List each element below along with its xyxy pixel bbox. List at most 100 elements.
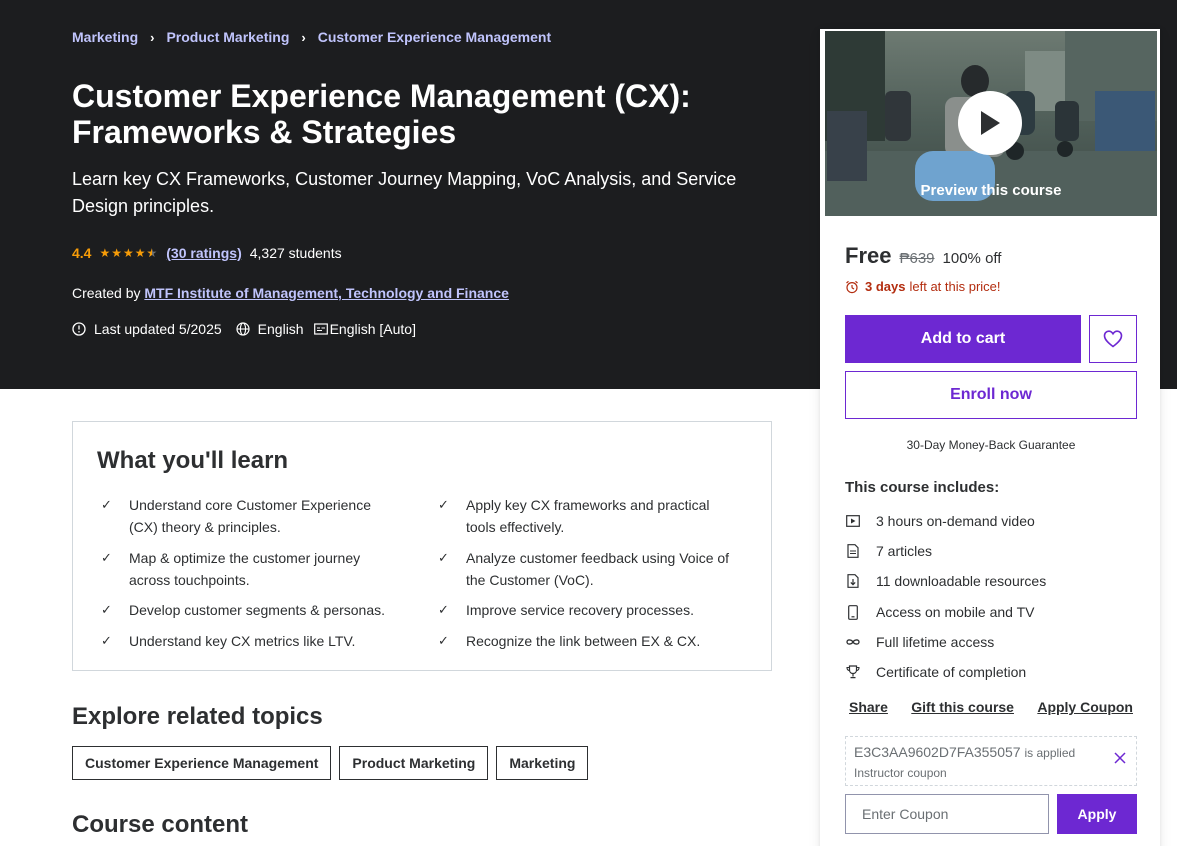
captions: English [Auto]: [313, 321, 416, 337]
play-button[interactable]: [958, 91, 1022, 155]
applied-coupon: E3C3AA9602D7FA355057 is applied Instruct…: [845, 736, 1137, 786]
video-icon: [845, 513, 861, 529]
course-meta: Last updated 5/2025 English English [Aut…: [72, 321, 426, 337]
related-topics: Customer Experience Management Product M…: [72, 746, 596, 780]
play-icon: [981, 111, 1000, 135]
purchase-sidebar: Preview this course Free ₱639 100% off 3…: [820, 29, 1160, 846]
closed-captions-icon: [313, 322, 328, 336]
alarm-clock-icon: [846, 280, 858, 293]
course-preview[interactable]: Preview this course: [825, 31, 1157, 216]
course-title-line1: Customer Experience Management (CX):: [72, 78, 691, 114]
wishlist-button[interactable]: [1089, 315, 1137, 363]
coupon-code: E3C3AA9602D7FA355057: [854, 744, 1021, 760]
enroll-now-button[interactable]: Enroll now: [845, 371, 1137, 419]
check-icon: ✓: [101, 602, 112, 617]
what-youll-learn: What you'll learn ✓ Understand core Custo…: [72, 421, 772, 671]
last-updated-text: Last updated 5/2025: [94, 321, 222, 337]
includes-title: This course includes:: [845, 479, 1000, 496]
course-content-title: Course content: [72, 811, 249, 838]
check-icon: ✓: [438, 497, 449, 512]
rating-row: 4.4 ★★★★★★ (30 ratings) 4,327 students: [72, 245, 342, 261]
trophy-icon: [845, 664, 861, 680]
breadcrumb-product-marketing[interactable]: Product Marketing: [166, 29, 289, 45]
preview-label: Preview this course: [920, 182, 1062, 199]
language: English: [236, 321, 304, 337]
include-item: 3 hours on-demand video: [845, 513, 1035, 529]
created-by: Created by MTF Institute of Management, …: [72, 285, 509, 301]
breadcrumb-marketing[interactable]: Marketing: [72, 29, 138, 45]
check-icon: ✓: [438, 550, 449, 565]
include-item: Full lifetime access: [845, 634, 994, 650]
include-item: Certificate of completion: [845, 664, 1026, 680]
alert-clock-icon: [72, 322, 86, 336]
heart-icon: [1103, 330, 1123, 348]
check-icon: ✓: [438, 602, 449, 617]
timer-days: 3 days: [865, 279, 906, 294]
rating-value: 4.4: [72, 245, 92, 261]
apply-coupon-button[interactable]: Apply: [1057, 794, 1137, 834]
learn-item: ✓ Improve service recovery processes.: [434, 599, 734, 621]
include-item: 11 downloadable resources: [845, 573, 1046, 589]
include-text: Access on mobile and TV: [876, 604, 1035, 620]
learn-item-text: Recognize the link between EX & CX.: [466, 633, 701, 649]
current-price: Free: [845, 243, 892, 268]
check-icon: ✓: [438, 633, 449, 648]
mobile-icon: [845, 604, 861, 620]
star-rating-icon: ★★★★★★: [99, 246, 159, 260]
chevron-right-icon: ›: [301, 29, 306, 45]
learn-item-text: Understand key CX metrics like LTV.: [129, 633, 356, 649]
share-link[interactable]: Share: [845, 699, 892, 715]
breadcrumb-cx-management[interactable]: Customer Experience Management: [318, 29, 551, 45]
original-price: ₱639: [899, 250, 935, 267]
timer-text: left at this price!: [909, 279, 1001, 294]
course-title-line2: Frameworks & Strategies: [72, 114, 457, 150]
topic-cx-management[interactable]: Customer Experience Management: [72, 746, 332, 780]
learn-item-text: Understand core Customer Experience (CX)…: [129, 497, 372, 535]
learn-item: ✓ Apply key CX frameworks and practical t…: [434, 494, 734, 538]
include-item: 7 articles: [845, 543, 932, 559]
learn-item-text: Map & optimize the customer journey acro…: [129, 550, 361, 588]
learn-item: ✓ Recognize the link between EX & CX.: [434, 630, 734, 652]
add-to-cart-button[interactable]: Add to cart: [845, 315, 1081, 363]
coupon-input[interactable]: [845, 794, 1049, 834]
learn-item-text: Develop customer segments & personas.: [129, 602, 386, 618]
course-title: Customer Experience Management (CX): Fra…: [72, 78, 772, 150]
sidebar-links: Share Gift this course Apply Coupon: [845, 699, 1137, 715]
remove-coupon-close-icon[interactable]: [1114, 751, 1126, 769]
include-item: Access on mobile and TV: [845, 604, 1035, 620]
learn-item-text: Improve service recovery processes.: [466, 602, 694, 618]
article-icon: [845, 543, 861, 559]
learn-item-text: Analyze customer feedback using Voice of…: [466, 550, 730, 588]
money-back-guarantee: 30-Day Money-Back Guarantee: [906, 438, 1076, 452]
coupon-code-line: E3C3AA9602D7FA355057 is applied: [854, 744, 1075, 760]
check-icon: ✓: [101, 633, 112, 648]
learn-item: ✓ Analyze customer feedback using Voice o…: [434, 547, 734, 591]
apply-coupon-link[interactable]: Apply Coupon: [1033, 699, 1137, 715]
language-text: English: [257, 321, 304, 337]
learn-item: ✓ Understand core Customer Experience (CX…: [97, 494, 397, 538]
include-text: Certificate of completion: [876, 664, 1027, 680]
include-text: Full lifetime access: [876, 634, 995, 650]
learn-title: What you'll learn: [97, 447, 289, 474]
check-icon: ✓: [101, 550, 112, 565]
course-subtitle: Learn key CX Frameworks, Customer Journe…: [72, 169, 737, 216]
download-icon: [845, 573, 861, 589]
students-count: 4,327 students: [249, 245, 342, 261]
topic-marketing[interactable]: Marketing: [496, 746, 589, 780]
last-updated: Last updated 5/2025: [72, 321, 222, 337]
globe-icon: [236, 322, 250, 336]
learn-item: ✓ Understand key CX metrics like LTV.: [97, 630, 397, 652]
instructor-link[interactable]: MTF Institute of Management, Technology …: [144, 285, 509, 301]
gift-course-link[interactable]: Gift this course: [907, 699, 1018, 715]
discount-percent: 100% off: [942, 250, 1002, 267]
topic-product-marketing[interactable]: Product Marketing: [339, 746, 489, 780]
ratings-count-link[interactable]: (30 ratings): [166, 245, 241, 261]
infinity-icon: [845, 634, 861, 650]
coupon-type: Instructor coupon: [854, 766, 947, 780]
learn-item-text: Apply key CX frameworks and practical to…: [466, 497, 710, 535]
include-text: 3 hours on-demand video: [876, 513, 1035, 529]
coupon-applied-text: is applied: [1024, 746, 1076, 760]
learn-item: ✓ Map & optimize the customer journey acr…: [97, 547, 397, 591]
learn-item: ✓ Develop customer segments & personas.: [97, 599, 397, 621]
check-icon: ✓: [101, 497, 112, 512]
